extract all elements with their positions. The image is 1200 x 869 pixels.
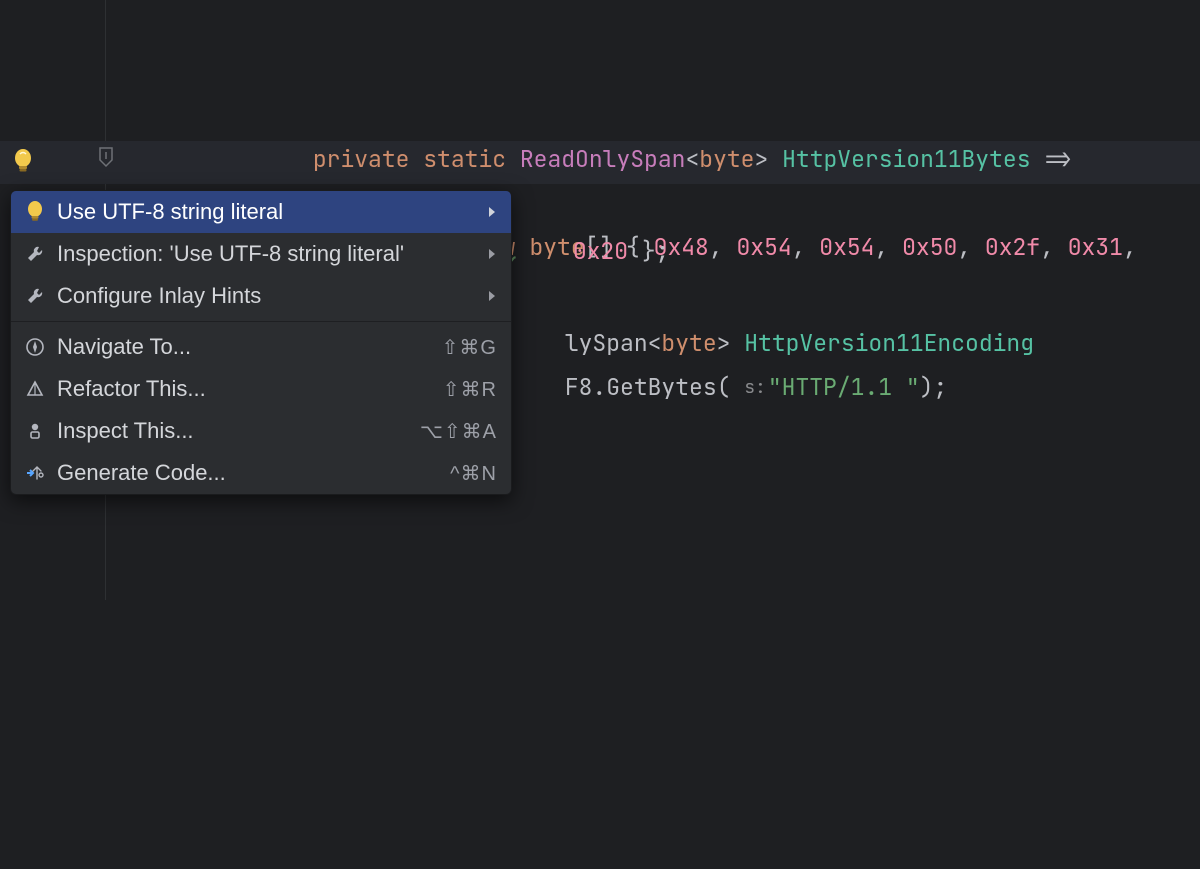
chevron-right-icon [487,289,497,303]
action-use-utf8-string-literal[interactable]: Use UTF-8 string literal [11,191,511,233]
action-refactor-this[interactable]: Refactor This... ⇧⌘R [11,368,511,410]
param-hint: s: [744,366,766,409]
text: F8 [565,372,593,402]
chevron-right-icon [487,247,497,261]
hex-literal: 0x54 [819,232,874,262]
action-configure-inlay-hints[interactable]: Configure Inlay Hints [11,275,511,317]
text: ); [920,372,948,402]
hex-literal: 0x31 [1068,232,1123,262]
action-label: Generate Code... [57,460,450,486]
action-label: Inspect This... [57,418,420,444]
inspect-icon [25,421,51,441]
action-label: Configure Inlay Hints [57,283,497,309]
wrench-icon [25,244,51,264]
menu-separator [11,321,511,322]
hex-literal: 0x50 [902,232,957,262]
gutter-fold-icon[interactable] [98,146,114,168]
action-inspection-utf8[interactable]: Inspection: 'Use UTF-8 string literal' [11,233,511,275]
hex-literal: 0x54 [736,232,791,262]
hex-literal: 0x2f [985,232,1040,262]
compass-icon [25,337,51,357]
hex-literal: 0x20 [573,236,628,266]
action-inspect-this[interactable]: Inspect This... ⌥⇧⌘A [11,410,511,452]
wrench-icon [25,286,51,306]
chevron-right-icon [487,205,497,219]
action-generate-code[interactable]: Generate Code... ^⌘N [11,452,511,494]
bulb-icon [25,200,51,224]
shortcut: ⌥⇧⌘A [420,419,497,444]
action-label: Refactor This... [57,376,443,402]
action-label: Navigate To... [57,334,442,360]
string-literal: "HTTP/1.1 " [768,372,920,402]
action-label: Use UTF-8 string literal [57,199,497,225]
intention-actions-popup: Use UTF-8 string literal Inspection: 'Us… [10,190,512,495]
action-label: Inspection: 'Use UTF-8 string literal' [57,241,497,267]
method-name: GetBytes [606,372,716,402]
prism-icon [25,379,51,399]
shortcut: ⇧⌘R [443,377,497,402]
action-navigate-to[interactable]: Navigate To... ⇧⌘G [11,326,511,368]
generate-icon [25,463,51,483]
shortcut: ^⌘N [450,461,497,486]
shortcut: ⇧⌘G [442,335,497,360]
code-editor[interactable]: private static ReadOnlySpan<byte> HttpVe… [0,0,1200,600]
